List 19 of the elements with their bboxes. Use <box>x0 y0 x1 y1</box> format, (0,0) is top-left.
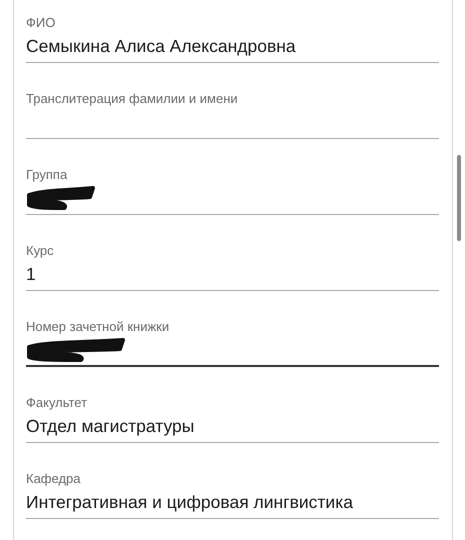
text-field[interactable]: Группа <box>26 167 439 215</box>
text-field[interactable]: Кафедра Интегративная и цифровая лингвистика <box>26 471 439 519</box>
field-label: Курс <box>26 243 54 259</box>
field-label: Номер зачетной книжки <box>26 319 170 335</box>
field-value: Отдел магистратуры <box>26 415 194 438</box>
field-label: Транслитерация фамилии и имени <box>26 91 238 107</box>
text-field[interactable]: Курс 1 <box>26 243 439 291</box>
field-value: Семыкина Алиса Александровна <box>26 35 296 58</box>
field-label: Кафедра <box>26 471 80 487</box>
text-field[interactable]: Факультет Отдел магистратуры <box>26 395 439 443</box>
text-field[interactable]: Номер зачетной книжки <box>26 319 439 367</box>
field-label: Группа <box>26 167 68 183</box>
field-value: Интегративная и цифровая лингвистика <box>26 491 353 514</box>
text-field[interactable]: ФИО Семыкина Алиса Александровна <box>26 15 439 63</box>
field-value: 1 <box>26 263 36 286</box>
redaction-scribble <box>26 185 96 211</box>
text-field[interactable]: Транслитерация фамилии и имени <box>26 91 439 139</box>
field-label: ФИО <box>26 15 56 31</box>
field-label: Факультет <box>26 395 88 411</box>
